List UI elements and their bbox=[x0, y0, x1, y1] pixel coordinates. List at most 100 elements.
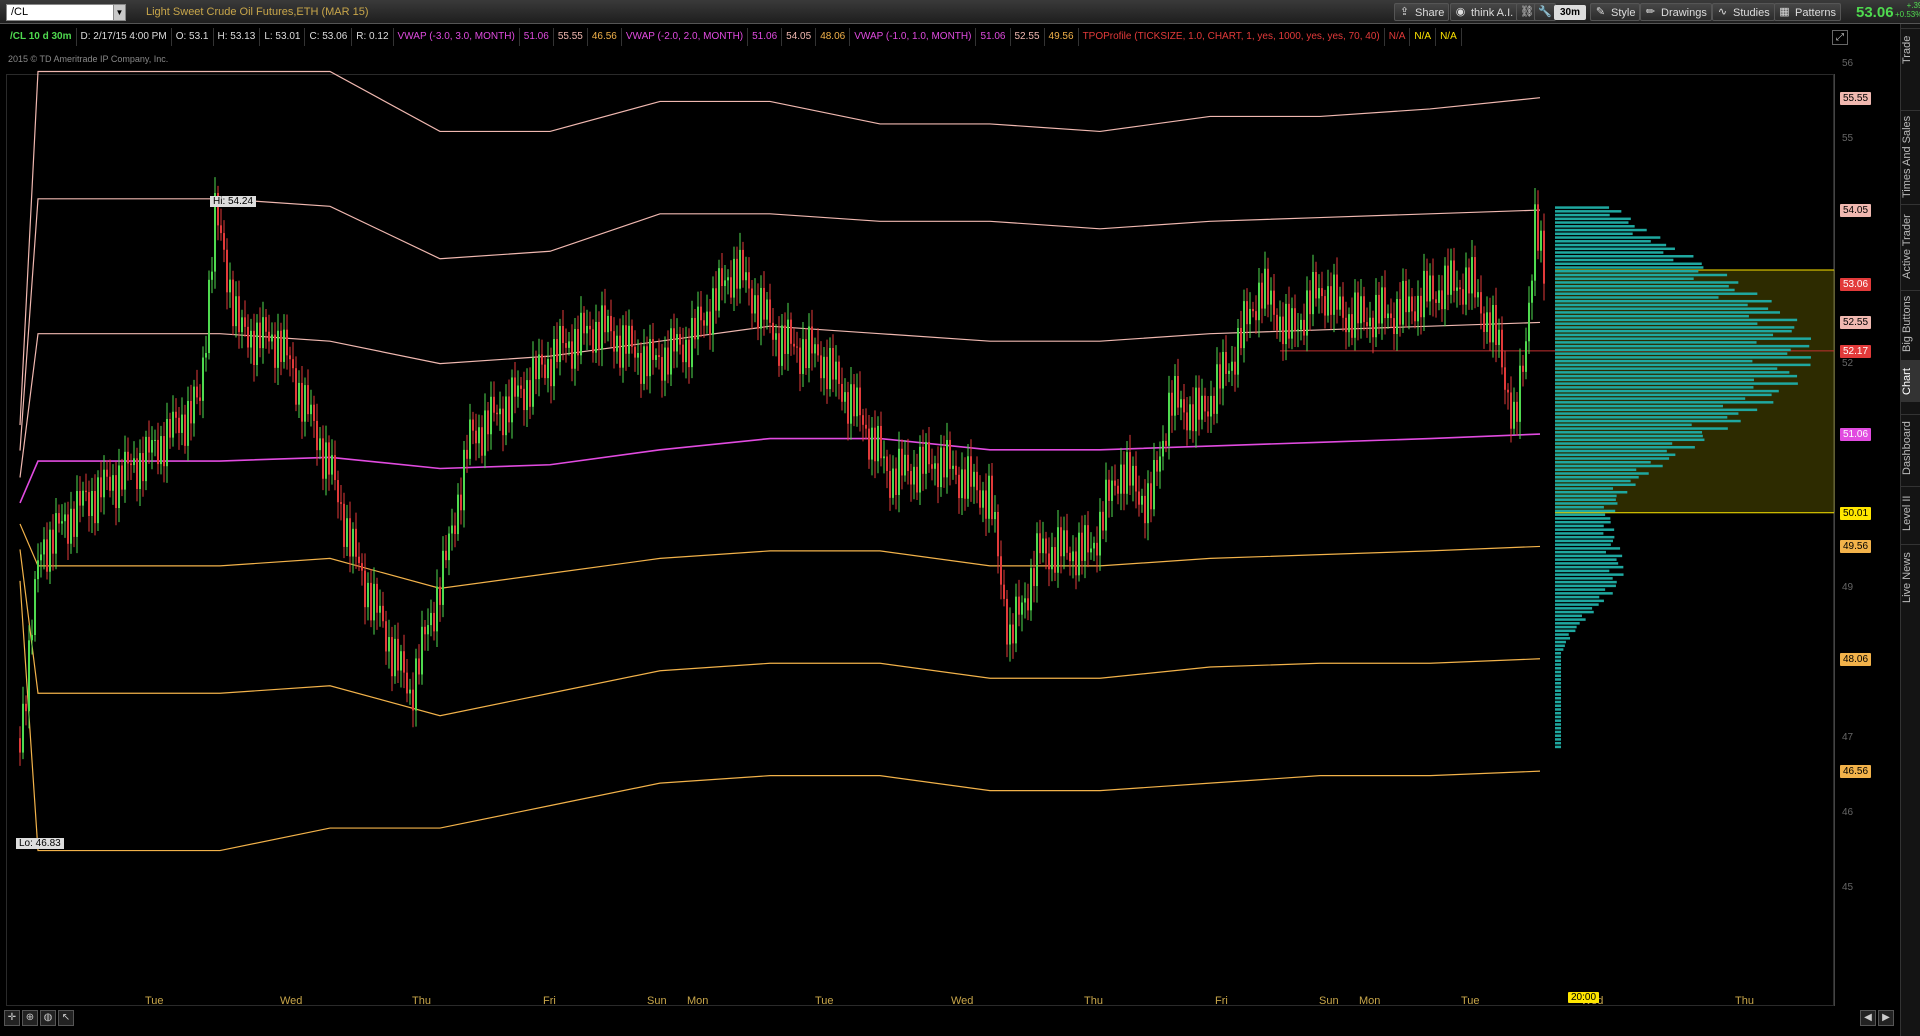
side-tab-dashboard[interactable]: Dashboard bbox=[1901, 414, 1920, 482]
candle-body bbox=[358, 556, 360, 564]
candle-body bbox=[271, 334, 273, 342]
candle-body bbox=[643, 346, 645, 384]
zoom-icon[interactable]: ⊕ bbox=[22, 1010, 38, 1026]
price-tick: 49 bbox=[1842, 582, 1854, 594]
net-change: +.39 +0.53% bbox=[1895, 1, 1920, 19]
candle-body bbox=[724, 280, 726, 287]
candle-body bbox=[619, 335, 621, 368]
candle-body bbox=[553, 339, 555, 387]
candle-body bbox=[1210, 395, 1212, 417]
candle-body bbox=[559, 325, 561, 362]
candle-body bbox=[1459, 287, 1461, 290]
candle-body bbox=[838, 361, 840, 384]
scroll-right-icon[interactable]: ▶ bbox=[1878, 1010, 1894, 1026]
side-tab-live-news[interactable]: Live News bbox=[1901, 544, 1920, 610]
candle-body bbox=[565, 343, 567, 348]
symbol-dropdown-icon[interactable]: ▼ bbox=[113, 5, 125, 20]
candle-body bbox=[127, 451, 129, 464]
candle-body bbox=[181, 414, 183, 433]
candle-body bbox=[352, 528, 354, 557]
candle-body bbox=[88, 492, 90, 516]
candle-body bbox=[1417, 295, 1419, 322]
pointer-icon[interactable]: ↖ bbox=[58, 1010, 74, 1026]
candle-body bbox=[76, 490, 78, 537]
side-tab-active-trader[interactable]: Active Trader bbox=[1901, 204, 1920, 288]
candle-body bbox=[571, 341, 573, 369]
candle-body bbox=[985, 490, 987, 519]
candle-body bbox=[1531, 280, 1533, 303]
profile-bar bbox=[1555, 674, 1561, 678]
candle-body bbox=[64, 514, 66, 522]
candle-body bbox=[1324, 296, 1326, 316]
profile-bar bbox=[1555, 625, 1577, 629]
drawings-button[interactable]: ✏ Drawings bbox=[1640, 3, 1712, 21]
candle-body bbox=[322, 438, 324, 479]
candle-body bbox=[601, 305, 603, 350]
candle-body bbox=[967, 456, 969, 499]
candle-body bbox=[760, 287, 762, 329]
candle-body bbox=[274, 334, 276, 368]
candle-body bbox=[1504, 367, 1506, 390]
candle-body bbox=[1252, 308, 1254, 312]
time-axis[interactable]: TueWedThuFriSunMonTueWedThuFriSunMonTueW… bbox=[0, 990, 1900, 1010]
candle-body bbox=[1297, 329, 1299, 331]
candle-body bbox=[1513, 401, 1515, 429]
candle-body bbox=[1216, 364, 1218, 414]
price-tag: 52.17 bbox=[1840, 344, 1872, 358]
candle-body bbox=[682, 344, 684, 363]
candle-body bbox=[631, 325, 633, 347]
profile-bar bbox=[1555, 423, 1692, 427]
style-button[interactable]: ✎ Style bbox=[1590, 3, 1641, 21]
profile-bar bbox=[1555, 528, 1615, 531]
candle-body bbox=[709, 311, 711, 335]
symbol-input[interactable]: /CL bbox=[6, 4, 126, 21]
candle-body bbox=[1516, 401, 1518, 422]
crosshair-icon[interactable]: ✛ bbox=[4, 1010, 20, 1026]
candle-body bbox=[319, 438, 321, 451]
candle-body bbox=[178, 417, 180, 433]
candle-body bbox=[478, 427, 480, 444]
side-tab-level-ii[interactable]: Level II bbox=[1901, 486, 1920, 540]
profile-bar bbox=[1555, 682, 1561, 685]
share-button[interactable]: ⇪ Share bbox=[1394, 3, 1450, 21]
side-tab-times-and-sales[interactable]: Times And Sales bbox=[1901, 110, 1920, 202]
candle-body bbox=[847, 392, 849, 424]
profile-bar bbox=[1555, 359, 1753, 363]
profile-bar bbox=[1555, 543, 1611, 546]
candle-body bbox=[904, 454, 906, 476]
profile-bar bbox=[1555, 689, 1561, 692]
candle-body bbox=[1177, 376, 1179, 408]
candle-body bbox=[958, 474, 960, 499]
candle-body bbox=[1285, 303, 1287, 345]
candle-body bbox=[1036, 533, 1038, 587]
profile-bar bbox=[1555, 225, 1635, 228]
timeframe-button[interactable]: 30m bbox=[1554, 5, 1586, 20]
candle-body bbox=[739, 249, 741, 289]
candle-body bbox=[355, 528, 357, 557]
scroll-left-icon[interactable]: ◀ bbox=[1860, 1010, 1876, 1026]
settings-button[interactable]: 🔧 bbox=[1534, 3, 1556, 21]
tpo-profile bbox=[1280, 206, 1835, 749]
profile-bar bbox=[1555, 726, 1561, 730]
candle-body bbox=[1435, 299, 1437, 303]
studies-button[interactable]: ∿ Studies bbox=[1712, 3, 1775, 21]
profile-bar bbox=[1555, 427, 1728, 430]
side-tab-big-buttons[interactable]: Big Buttons bbox=[1901, 290, 1920, 356]
candle-body bbox=[496, 412, 498, 415]
candle-body bbox=[376, 583, 378, 613]
candle-body bbox=[1000, 556, 1002, 585]
patterns-button[interactable]: ▦ Patterns bbox=[1774, 3, 1841, 21]
profile-bar bbox=[1555, 479, 1631, 483]
bubble-icon[interactable]: ◍ bbox=[40, 1010, 56, 1026]
candle-body bbox=[574, 329, 576, 369]
price-tag: 54.05 bbox=[1840, 204, 1872, 218]
candle-body bbox=[1333, 274, 1335, 315]
side-tab-trade[interactable]: Trade bbox=[1901, 28, 1920, 70]
candle-body bbox=[1441, 290, 1443, 310]
candle-body bbox=[106, 469, 108, 477]
candle-body bbox=[109, 476, 111, 491]
think-ai-button[interactable]: ◉ think A.I. bbox=[1450, 3, 1519, 21]
side-tab-chart[interactable]: Chart bbox=[1901, 360, 1920, 402]
candle-body bbox=[1150, 483, 1152, 510]
candle-body bbox=[157, 439, 159, 465]
